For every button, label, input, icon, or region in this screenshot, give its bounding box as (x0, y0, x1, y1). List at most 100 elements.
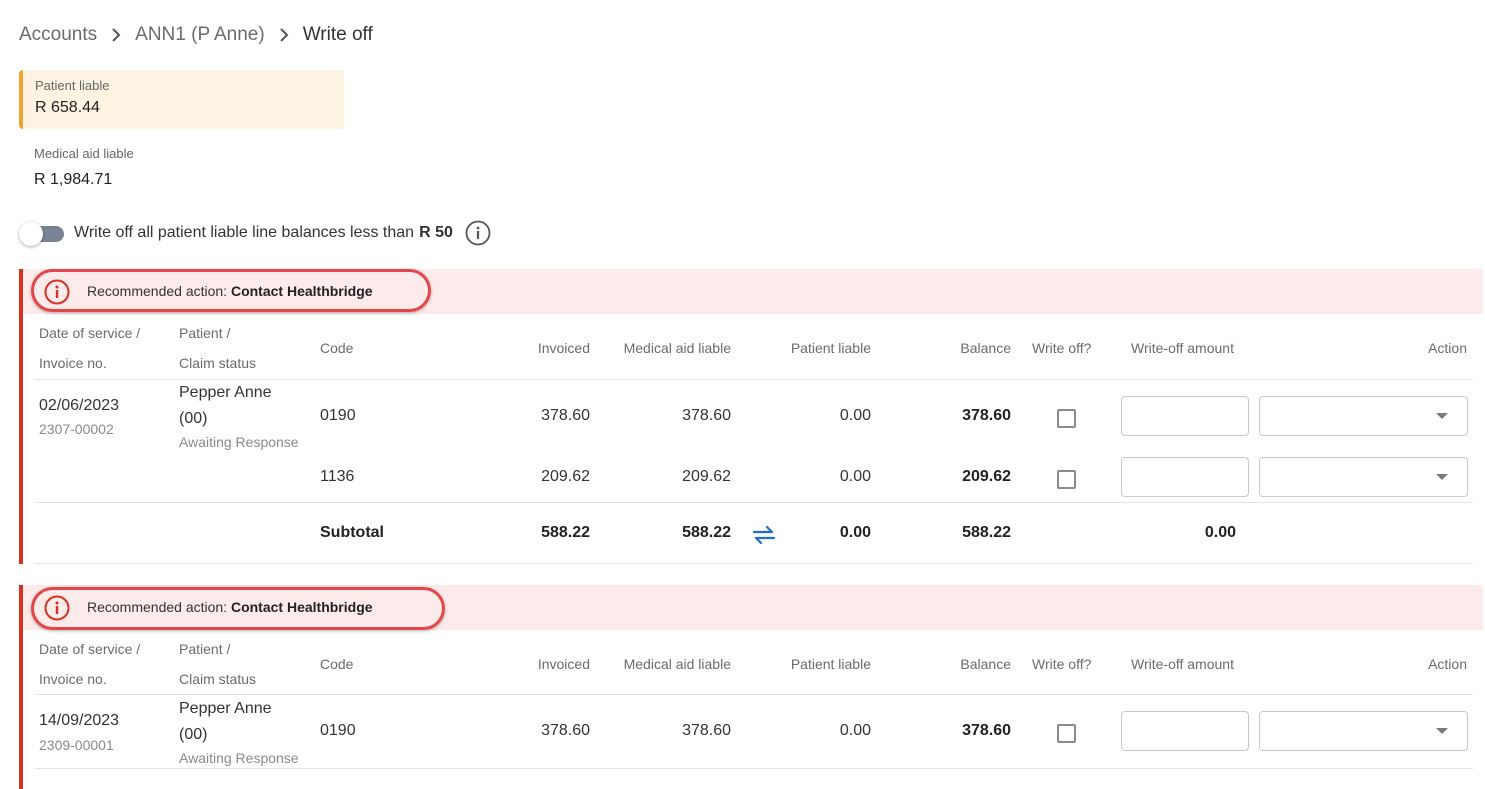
action-select[interactable] (1259, 396, 1468, 436)
recommended-action-text: Recommended action: Contact Healthbridge (87, 599, 373, 615)
toggle-label: Write off all patient liable line balanc… (74, 224, 415, 241)
header-claim-status: Claim status (179, 671, 257, 687)
header-invoiced: Invoiced (537, 656, 590, 672)
line-balance: 209.62 (962, 468, 1011, 485)
recommended-action-banner: Recommended action: Contact Healthbridge (23, 269, 1483, 314)
line-medical-aid-liable: 209.62 (682, 468, 731, 485)
divider (35, 694, 1473, 695)
service-date: 14/09/2023 (39, 712, 120, 729)
write-off-amount-input[interactable] (1121, 711, 1249, 751)
write-off-amount-input[interactable] (1121, 457, 1249, 497)
medical-aid-liable-summary: Medical aid liable R 1,984.71 (34, 146, 134, 189)
invoice-group: Recommended action: Contact Healthbridge… (19, 585, 1483, 789)
header-medical-aid-liable: Medical aid liable (623, 340, 731, 356)
breadcrumb-accounts[interactable]: Accounts (19, 24, 97, 46)
write-off-checkbox[interactable] (1057, 470, 1076, 489)
breadcrumb-current: Write off (302, 24, 373, 45)
toggle-knob (19, 222, 43, 246)
line-invoiced: 209.62 (541, 468, 590, 485)
header-patient-liable: Patient liable (790, 340, 871, 356)
header-patient-liable: Patient liable (790, 656, 871, 672)
recommended-action-text: Recommended action: Contact Healthbridge (87, 283, 373, 299)
line-code: 0190 (320, 407, 356, 424)
patient-name[interactable]: Pepper Anne (179, 696, 272, 721)
chevron-right-icon (271, 28, 297, 42)
patient-dependant-code: (00) (179, 726, 208, 743)
subtotal-patient-liable: 0.00 (839, 524, 871, 541)
breadcrumb: Accounts ANN1 (P Anne) Write off (19, 24, 373, 46)
dropdown-caret-icon (1436, 728, 1448, 734)
claim-status: Awaiting Response (179, 750, 299, 766)
header-write-off: Write off? (1032, 656, 1092, 672)
chevron-right-icon (103, 28, 129, 42)
line-code: 1136 (320, 468, 355, 485)
toggle-threshold: R 50 (419, 224, 453, 241)
header-date: Date of service / (39, 325, 141, 341)
patient-liable-label: Patient liable (35, 78, 110, 93)
invoice-group: Recommended action: Contact Healthbridge… (19, 269, 1483, 564)
header-balance: Balance (960, 656, 1011, 672)
header-medical-aid-liable: Medical aid liable (623, 656, 731, 672)
header-invoice: Invoice no. (39, 671, 107, 687)
header-patient: Patient / (179, 325, 231, 341)
header-write-off-amount: Write-off amount (1131, 340, 1234, 356)
divider (35, 768, 1473, 769)
medical-aid-liable-label: Medical aid liable (34, 146, 134, 161)
line-invoiced: 378.60 (541, 407, 590, 424)
action-select[interactable] (1259, 711, 1468, 751)
breadcrumb-account[interactable]: ANN1 (P Anne) (135, 24, 265, 46)
dropdown-caret-icon (1436, 474, 1448, 480)
patient-liable-card: Patient liable R 658.44 (19, 70, 344, 129)
write-off-threshold-toggle[interactable] (19, 221, 64, 246)
subtotal-label: Subtotal (320, 524, 384, 541)
write-off-amount-input[interactable] (1121, 396, 1249, 436)
subtotal-balance: 588.22 (962, 524, 1011, 541)
divider (35, 502, 1473, 503)
write-off-checkbox[interactable] (1057, 724, 1076, 743)
patient-liable-value: R 658.44 (35, 99, 100, 116)
alert-circle-icon (44, 595, 70, 621)
recommended-action-banner: Recommended action: Contact Healthbridge (23, 585, 1483, 630)
header-action: Action (1428, 656, 1467, 672)
action-select[interactable] (1259, 457, 1468, 497)
recommended-action-prefix: Recommended action: (87, 599, 228, 615)
service-date: 02/06/2023 (39, 397, 120, 414)
header-invoiced: Invoiced (537, 340, 590, 356)
subtotal-medical-aid-liable: 588.22 (682, 524, 731, 541)
header-code: Code (320, 656, 354, 672)
header-balance: Balance (960, 340, 1011, 356)
recommended-action-value: Contact Healthbridge (230, 599, 373, 615)
header-claim-status: Claim status (179, 355, 257, 371)
line-patient-liable: 0.00 (839, 407, 871, 424)
header-write-off: Write off? (1032, 340, 1092, 356)
write-off-threshold-row: Write off all patient liable line balanc… (19, 220, 491, 246)
write-off-checkbox[interactable] (1057, 409, 1076, 428)
header-code: Code (320, 340, 354, 356)
line-invoiced: 378.60 (541, 722, 590, 739)
line-balance: 378.60 (962, 407, 1011, 424)
medical-aid-liable-value: R 1,984.71 (34, 171, 113, 188)
line-medical-aid-liable: 378.60 (682, 722, 731, 739)
subtotal-invoiced: 588.22 (541, 524, 590, 541)
recommended-action-value: Contact Healthbridge (230, 283, 373, 299)
patient-name[interactable]: Pepper Anne (179, 380, 272, 405)
dropdown-caret-icon (1436, 413, 1448, 419)
line-patient-liable: 0.00 (839, 722, 871, 739)
line-medical-aid-liable: 378.60 (682, 407, 731, 424)
header-date: Date of service / (39, 641, 141, 657)
header-action: Action (1428, 340, 1467, 356)
patient-dependant-code: (00) (179, 410, 208, 427)
line-balance: 378.60 (962, 722, 1011, 739)
swap-arrows-icon[interactable] (750, 523, 778, 547)
subtotal-write-off-amount: 0.00 (1204, 524, 1236, 541)
header-patient: Patient / (179, 641, 231, 657)
header-write-off-amount: Write-off amount (1131, 656, 1234, 672)
invoice-number[interactable]: 2307-00002 (39, 421, 114, 437)
divider (35, 563, 1473, 564)
alert-circle-icon (44, 279, 70, 305)
line-code: 0190 (320, 722, 356, 739)
claim-status: Awaiting Response (179, 434, 299, 450)
info-icon[interactable] (465, 220, 491, 246)
invoice-number[interactable]: 2309-00001 (39, 737, 114, 753)
line-patient-liable: 0.00 (839, 468, 871, 485)
